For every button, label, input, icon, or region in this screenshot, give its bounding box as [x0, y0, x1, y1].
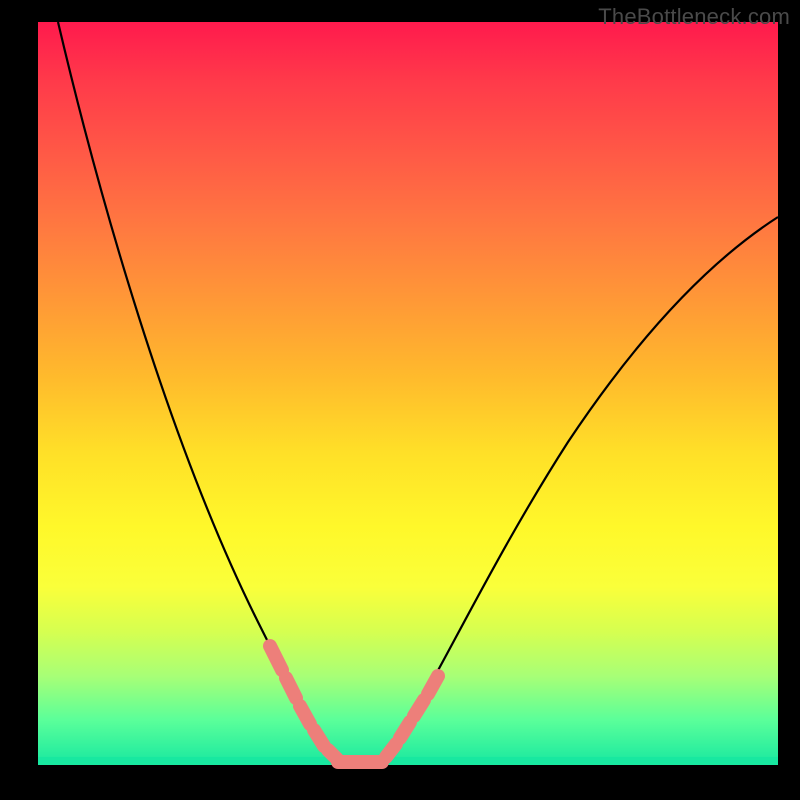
curve-left-branch [58, 22, 336, 759]
highlight-left [270, 646, 337, 759]
baseline-strip [38, 757, 778, 765]
plot-area [38, 22, 778, 765]
bottleneck-curve-svg [38, 22, 778, 765]
chart-frame: TheBottleneck.com [0, 0, 800, 800]
highlight-right [386, 676, 438, 757]
